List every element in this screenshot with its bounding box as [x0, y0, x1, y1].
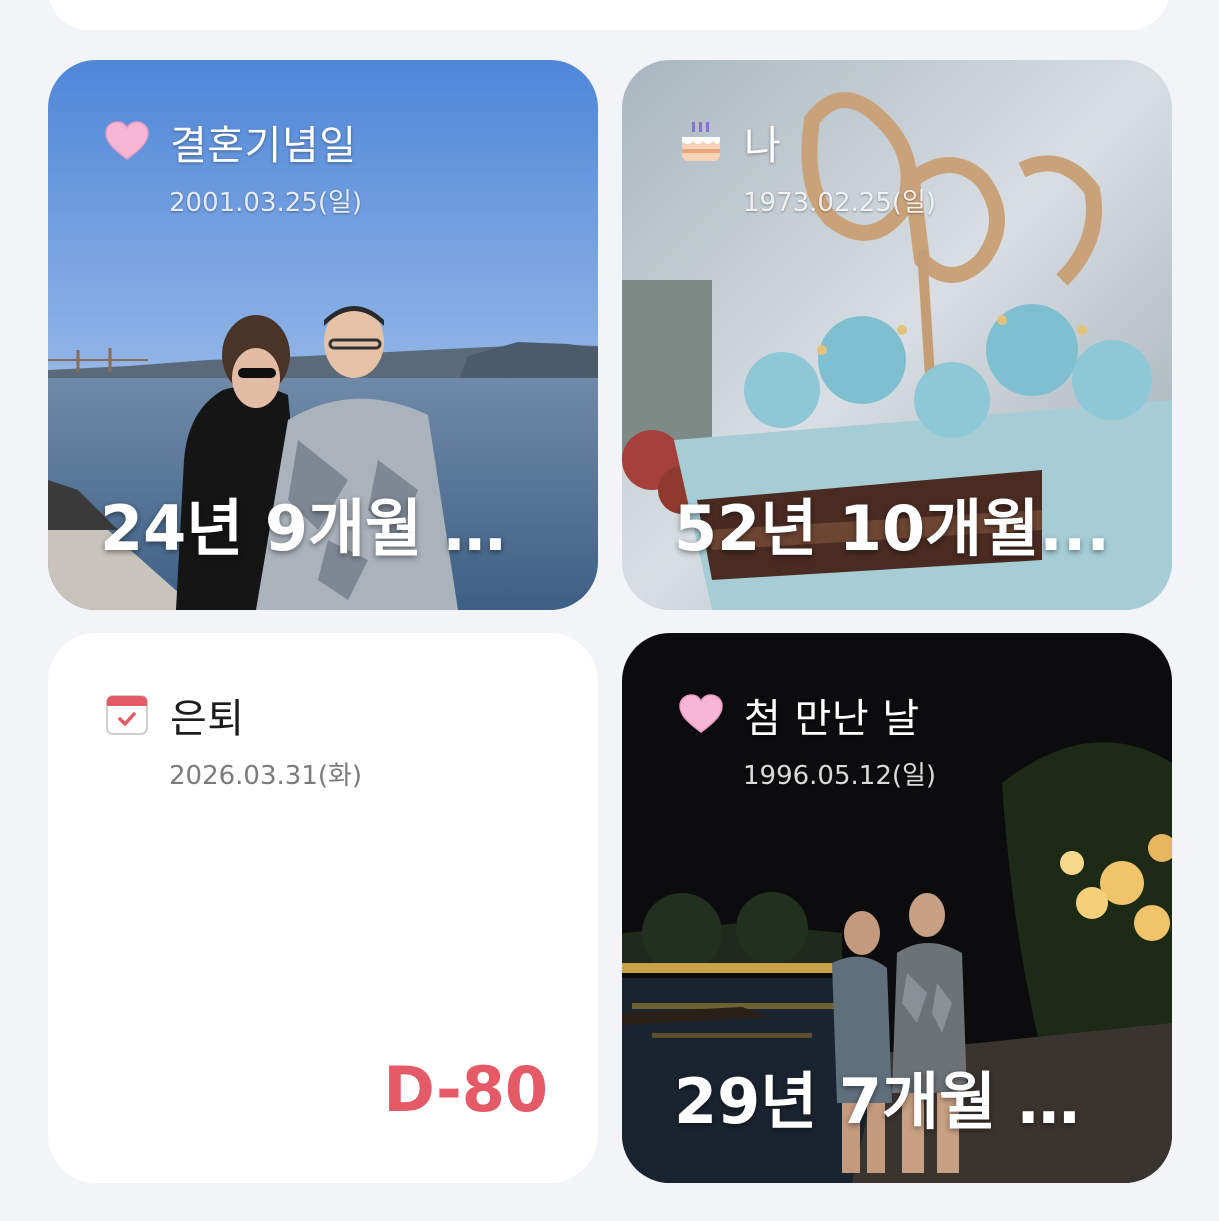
- previous-card-edge[interactable]: [48, 0, 1170, 30]
- event-date: 1996.05.12(일): [743, 761, 937, 791]
- heart-icon: [679, 694, 723, 733]
- heart-icon: [105, 121, 149, 160]
- event-card-birthday[interactable]: 나 1973.02.25(일) 52년 10개월...: [622, 60, 1172, 610]
- event-title: 나: [744, 123, 782, 169]
- event-title: 결혼기념일: [170, 123, 357, 169]
- event-card-first-met[interactable]: 첨 만난 날 1996.05.12(일) 29년 7개월 2...: [622, 633, 1172, 1183]
- calendar-icon: [106, 695, 148, 735]
- event-card-wedding-anniversary[interactable]: 결혼기념일 2001.03.25(일) 24년 9개월 1...: [48, 60, 598, 610]
- event-date: 1973.02.25(일): [743, 188, 937, 218]
- elapsed-counter: 24년 9개월 1...: [100, 492, 548, 565]
- d-day-counter: D-80: [383, 1053, 548, 1126]
- event-date: 2001.03.25(일): [169, 188, 363, 218]
- birthday-cake-icon: [682, 122, 720, 161]
- event-card-retirement[interactable]: 은퇴 2026.03.31(화) D-80: [48, 633, 598, 1183]
- elapsed-counter: 52년 10개월...: [674, 492, 1110, 565]
- event-date: 2026.03.31(화): [169, 761, 363, 791]
- event-title: 첨 만난 날: [744, 696, 920, 742]
- elapsed-counter: 29년 7개월 2...: [674, 1065, 1122, 1138]
- event-title: 은퇴: [170, 696, 245, 742]
